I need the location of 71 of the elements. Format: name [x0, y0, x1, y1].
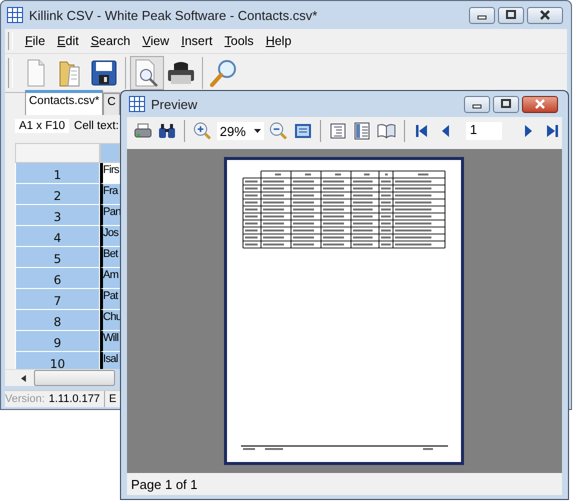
printer-icon — [167, 61, 195, 85]
table-cell: Bet — [100, 247, 121, 268]
close-icon — [540, 10, 550, 20]
version-label: Version: — [5, 393, 45, 405]
page-number-field[interactable]: 1 — [466, 122, 502, 140]
version-number: 1.11.0.177 — [48, 393, 100, 405]
row-header[interactable]: 3 — [15, 205, 100, 226]
horizontal-scrollbar[interactable] — [5, 369, 115, 386]
menu-item[interactable]: Help — [260, 34, 298, 48]
maximize-icon — [506, 10, 516, 20]
close-button[interactable] — [522, 96, 558, 112]
table-cell: Firs — [100, 163, 121, 184]
row-header[interactable]: 7 — [15, 289, 100, 310]
scrollbar-thumb[interactable] — [34, 370, 115, 386]
status-bar: Page 1 of 1 — [127, 473, 562, 495]
table-cell: Am — [100, 268, 121, 289]
window-title: Killink CSV - White Peak Software - Contacts.csv* — [29, 8, 318, 22]
menu-item[interactable]: Tools — [218, 34, 260, 48]
menu-item[interactable]: Insert — [175, 34, 218, 48]
scroll-left-icon[interactable] — [21, 374, 26, 382]
last-page-icon — [544, 124, 559, 138]
row-header[interactable]: 6 — [15, 268, 100, 289]
row-header[interactable]: 1 — [15, 163, 100, 184]
table-cell: Pat — [100, 289, 121, 310]
table-cell: Isal — [100, 352, 121, 369]
file-tab[interactable]: C — [103, 93, 120, 115]
maximize-icon — [501, 99, 511, 109]
table-cell: Jos — [100, 226, 121, 247]
table-cell: Will — [100, 331, 121, 352]
menu-item[interactable]: Search — [84, 34, 136, 48]
menu-item[interactable]: Edit — [51, 34, 85, 48]
row-header[interactable]: 8 — [15, 310, 100, 331]
zoom-in-icon — [192, 121, 212, 141]
book-icon — [377, 123, 396, 139]
new-document-icon — [26, 59, 46, 87]
row-header[interactable]: 9 — [15, 331, 100, 352]
page-fit-icon — [294, 123, 312, 139]
table-cell: Fra — [100, 184, 121, 205]
printer-icon — [134, 123, 152, 139]
print-preview-icon — [134, 59, 160, 87]
app-icon — [7, 7, 23, 23]
row-header[interactable]: 4 — [15, 226, 100, 247]
magnifier-icon — [210, 59, 238, 87]
menu-item[interactable]: View — [136, 34, 176, 48]
app-icon — [129, 96, 145, 112]
maximize-button[interactable] — [493, 96, 519, 112]
binoculars-icon — [158, 123, 176, 139]
zoom-out-icon — [269, 121, 288, 141]
print-preview-button[interactable] — [130, 56, 164, 90]
row-header[interactable]: 5 — [15, 247, 100, 268]
folder-document-icon — [59, 59, 81, 87]
close-icon — [535, 99, 545, 109]
maximize-button[interactable] — [498, 6, 524, 24]
minimize-button[interactable] — [469, 6, 495, 24]
status-text: E — [108, 393, 116, 405]
zoom-dropdown[interactable]: 29% — [216, 122, 264, 140]
page-layout-icon — [330, 123, 346, 139]
menu-item[interactable]: File — [19, 34, 52, 48]
minimize-button[interactable] — [464, 96, 490, 112]
previous-page-icon — [440, 124, 451, 138]
first-page-icon — [414, 124, 429, 138]
close-button[interactable] — [527, 6, 563, 24]
dropdown-arrow-icon — [254, 129, 262, 133]
file-tab[interactable]: Contacts.csv* — [25, 90, 104, 115]
row-header[interactable]: 2 — [15, 184, 100, 205]
row-header[interactable]: 10 — [15, 352, 100, 369]
window-title: Preview — [151, 96, 198, 112]
columns-icon — [354, 122, 370, 140]
cell-range-label: A1 x F10 — [15, 119, 70, 133]
cell-text-label: Cell text: — [74, 120, 119, 132]
next-page-icon — [522, 124, 533, 138]
